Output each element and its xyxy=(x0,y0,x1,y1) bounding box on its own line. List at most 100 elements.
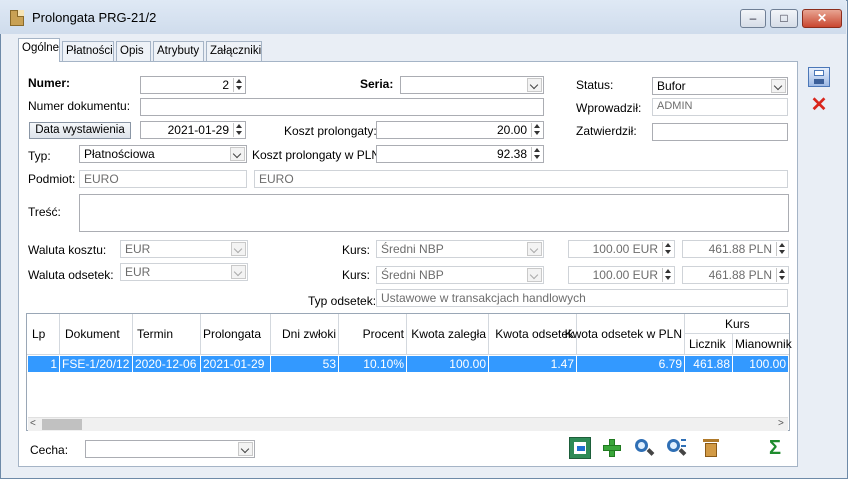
tab-opis[interactable]: Opis xyxy=(116,41,151,61)
col-procent[interactable]: Procent xyxy=(339,314,407,355)
tab-ogolne[interactable]: Ogólne xyxy=(18,38,60,62)
cell-lp: 1 xyxy=(28,356,60,372)
scroll-thumb[interactable] xyxy=(42,419,82,430)
typ-dropdown[interactable]: Płatnościowa xyxy=(79,145,247,163)
kurs2-dropdown: Średni NBP xyxy=(376,266,544,284)
chevron-down-icon xyxy=(230,147,245,161)
kurs2-eur-spinner xyxy=(662,268,673,282)
waluta-odsetek-dropdown: EUR xyxy=(120,263,248,281)
cell-kwota-odsetek-pln: 6.79 xyxy=(577,356,685,372)
chevron-down-icon xyxy=(231,265,246,279)
chevron-down-icon xyxy=(238,442,253,456)
kurs1-dropdown: Średni NBP xyxy=(376,240,544,258)
horizontal-scrollbar[interactable]: < > xyxy=(28,417,788,431)
waluta-kosztu-dropdown: EUR xyxy=(120,240,248,258)
interest-table: Lp Dokument Termin Prolongata Dni zwłoki… xyxy=(26,313,792,431)
cell-licznik: 461.88 xyxy=(685,356,733,372)
col-mianownik[interactable]: Mianownik xyxy=(733,334,792,355)
koszt-label: Koszt prolongaty: xyxy=(284,124,377,138)
cell-termin: 2020-12-06 xyxy=(133,356,201,372)
col-kwota-zalegla[interactable]: Kwota zaległa xyxy=(407,314,489,355)
koszt-field[interactable]: 20.00 xyxy=(376,121,544,139)
document-icon xyxy=(10,10,24,26)
cell-kwota-zalegla: 100.00 xyxy=(407,356,489,372)
koszt-pln-label: Koszt prolongaty w PLN: xyxy=(252,148,384,162)
col-kwota-odsetek-pln[interactable]: Kwota odsetek w PLN xyxy=(565,314,685,355)
cell-dokument: FSE-1/20/12 xyxy=(60,356,133,372)
data-wystawienia-button[interactable]: Data wystawienia xyxy=(29,122,131,139)
chevron-down-icon xyxy=(527,78,542,92)
kurs2-pln-spinner xyxy=(776,268,787,282)
col-licznik[interactable]: Licznik xyxy=(685,334,733,355)
kurs1-label: Kurs: xyxy=(342,243,371,257)
tresc-label: Treść: xyxy=(28,205,61,219)
seria-label: Seria: xyxy=(360,77,394,91)
numer-spinner[interactable] xyxy=(233,78,244,92)
search-list-icon[interactable] xyxy=(665,437,687,459)
numer-dokumentu-input[interactable] xyxy=(140,98,544,116)
chevron-down-icon xyxy=(527,242,542,256)
koszt-pln-field[interactable]: 92.38 xyxy=(376,145,544,163)
kurs2-pln-field: 461.88 PLN xyxy=(682,266,789,284)
kurs2-label: Kurs: xyxy=(342,268,371,282)
col-kurs-group: Kurs xyxy=(685,314,789,334)
zatwierdzil-label: Zatwierdził: xyxy=(576,124,637,138)
cell-prolongata: 2021-01-29 xyxy=(201,356,271,372)
window-title: Prolongata PRG-21/2 xyxy=(32,10,157,25)
status-label: Status: xyxy=(576,78,614,92)
typ-label: Typ: xyxy=(28,149,51,163)
numer-field[interactable]: 2 xyxy=(140,76,246,94)
podmiot-name-field: EURO xyxy=(254,170,788,188)
koszt-spinner[interactable] xyxy=(531,123,542,137)
waluta-odsetek-label: Waluta odsetek: xyxy=(28,268,114,282)
seria-dropdown[interactable] xyxy=(400,76,544,94)
col-dni-zwloki[interactable]: Dni zwłoki xyxy=(271,314,339,355)
kurs1-eur-field: 100.00 EUR xyxy=(568,240,675,258)
kurs1-pln-field: 461.88 PLN xyxy=(682,240,789,258)
tresc-textarea[interactable] xyxy=(79,194,789,232)
chevron-down-icon xyxy=(527,268,542,282)
col-termin[interactable]: Termin xyxy=(133,314,201,355)
chevron-down-icon xyxy=(231,242,246,256)
tab-zalaczniki[interactable]: Załączniki xyxy=(206,41,262,61)
cell-procent: 10.10% xyxy=(339,356,407,372)
scroll-left-icon[interactable]: < xyxy=(30,418,36,429)
sum-icon[interactable]: Σ xyxy=(764,437,786,459)
maximize-button[interactable]: □ xyxy=(770,9,798,28)
scroll-right-icon[interactable]: > xyxy=(778,418,784,429)
cecha-label: Cecha: xyxy=(30,443,69,457)
cell-kwota-odsetek: 1.47 xyxy=(489,356,577,372)
col-dokument[interactable]: Dokument xyxy=(60,314,133,355)
cecha-dropdown[interactable] xyxy=(85,440,255,458)
status-dropdown[interactable]: Bufor xyxy=(652,77,788,95)
date-spinner[interactable] xyxy=(233,123,244,137)
trash-icon[interactable] xyxy=(700,437,722,459)
title-bar: Prolongata PRG-21/2 ‒ □ ✕ xyxy=(0,0,846,34)
search-icon[interactable] xyxy=(633,437,655,459)
waluta-kosztu-label: Waluta kosztu: xyxy=(28,243,107,257)
save-icon[interactable] xyxy=(808,67,830,87)
col-prolongata[interactable]: Prolongata xyxy=(201,314,271,355)
add-icon[interactable] xyxy=(601,437,623,459)
table-row[interactable]: 1 FSE-1/20/12 2020-12-06 2021-01-29 53 1… xyxy=(28,356,788,372)
tab-atrybuty[interactable]: Atrybuty xyxy=(153,41,204,61)
cell-dni-zwloki: 53 xyxy=(271,356,339,372)
cancel-icon[interactable]: ✕ xyxy=(808,95,830,115)
wprowadzil-label: Wprowadził: xyxy=(576,101,642,115)
podmiot-code-field: EURO xyxy=(79,170,247,188)
wprowadzil-field: ADMIN xyxy=(652,98,788,116)
export-icon[interactable] xyxy=(569,437,591,459)
numer-label: Numer: xyxy=(28,76,71,90)
koszt-pln-spinner[interactable] xyxy=(531,147,542,161)
chevron-down-icon xyxy=(771,79,786,93)
close-button[interactable]: ✕ xyxy=(802,9,842,28)
zatwierdzil-field xyxy=(652,123,788,141)
podmiot-label: Podmiot: xyxy=(28,172,76,186)
kurs1-eur-spinner xyxy=(662,242,673,256)
tab-platnosci[interactable]: Płatności xyxy=(62,41,114,61)
cell-mianownik: 100.00 xyxy=(749,357,786,371)
minimize-button[interactable]: ‒ xyxy=(740,9,766,28)
kurs1-pln-spinner xyxy=(776,242,787,256)
data-wystawienia-field[interactable]: 2021-01-29 xyxy=(140,121,246,139)
col-lp[interactable]: Lp xyxy=(27,314,60,355)
